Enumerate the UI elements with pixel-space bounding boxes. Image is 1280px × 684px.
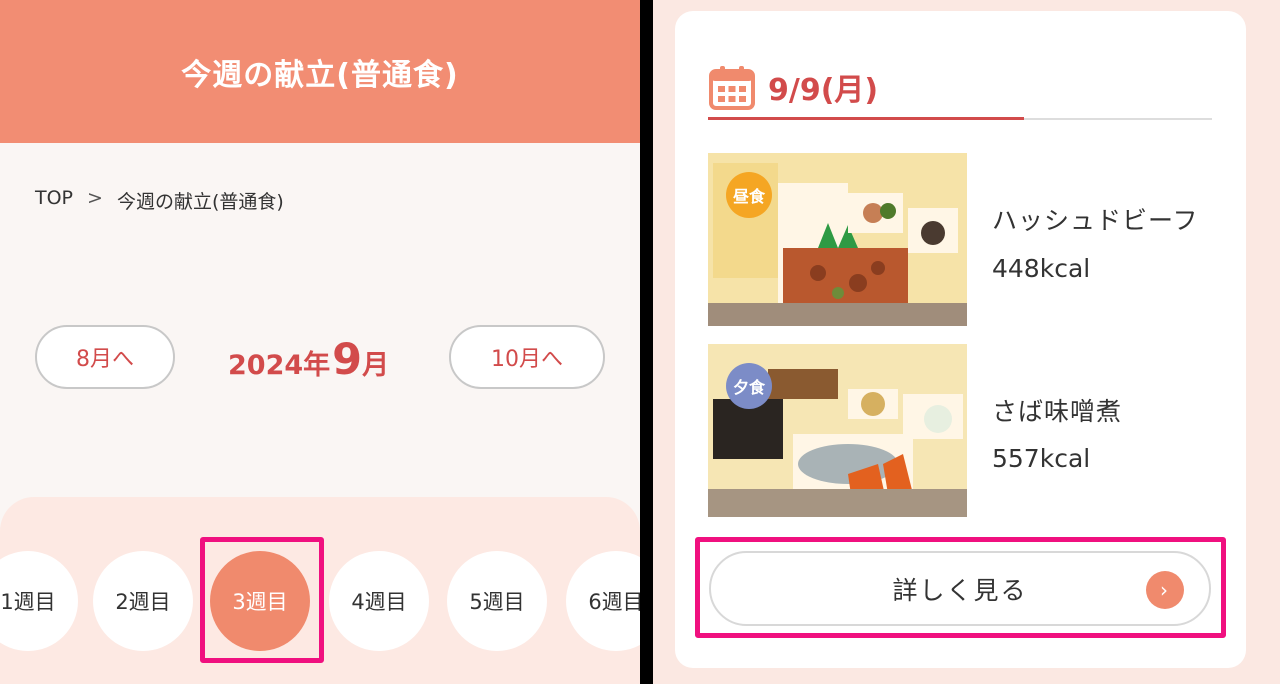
breadcrumb-top-link[interactable]: TOP bbox=[35, 187, 73, 214]
chevron-right-icon: › bbox=[1146, 571, 1184, 609]
dinner-image: 夕食 bbox=[708, 344, 967, 517]
dinner-badge: 夕食 bbox=[726, 363, 772, 409]
menu-card: 9/9(月) 昼食 ハッシュドビーフ 448kcal 夕食 さば味噌煮 557k… bbox=[675, 11, 1246, 668]
left-panel: 今週の献立(普通食) TOP > 今週の献立(普通食) 8月へ 2024年 9 … bbox=[0, 0, 640, 684]
right-panel: 9/9(月) 昼食 ハッシュドビーフ 448kcal 夕食 さば味噌煮 557k… bbox=[653, 0, 1280, 684]
current-month-title: 2024年 9 月 bbox=[228, 335, 389, 385]
tab-week-5[interactable]: 5週目 bbox=[447, 551, 547, 651]
date-header: 9/9(月) bbox=[708, 63, 878, 111]
prev-month-button[interactable]: 8月へ bbox=[35, 325, 175, 389]
next-month-button[interactable]: 10月へ bbox=[449, 325, 605, 389]
breadcrumb-current: 今週の献立(普通食) bbox=[116, 191, 284, 213]
dinner-kcal: 557kcal bbox=[992, 444, 1091, 473]
tab-week-2[interactable]: 2週目 bbox=[93, 551, 193, 651]
lunch-image: 昼食 bbox=[708, 153, 967, 326]
breadcrumb: TOP > 今週の献立(普通食) bbox=[35, 187, 284, 214]
dinner-name: さば味噌煮 bbox=[992, 397, 1123, 426]
month-number: 9 bbox=[332, 335, 363, 385]
details-button[interactable]: 詳しく見る › bbox=[709, 551, 1211, 626]
tab-week-4[interactable]: 4週目 bbox=[329, 551, 429, 651]
page-header: 今週の献立(普通食) bbox=[0, 0, 640, 143]
breadcrumb-separator: > bbox=[87, 187, 103, 209]
menu-date: 9/9(月) bbox=[768, 73, 879, 108]
lunch-badge: 昼食 bbox=[726, 172, 772, 218]
page-title: 今週の献立(普通食) bbox=[181, 57, 459, 93]
tab-week-3[interactable]: 3週目 bbox=[210, 551, 310, 651]
lunch-name: ハッシュドビーフ bbox=[992, 206, 1199, 235]
year-label: 2024年 bbox=[228, 350, 331, 381]
details-button-label: 詳しく見る bbox=[892, 575, 1028, 605]
panel-divider bbox=[640, 0, 653, 684]
lunch-kcal: 448kcal bbox=[992, 254, 1091, 283]
date-underline-accent bbox=[708, 117, 1024, 120]
calendar-icon bbox=[709, 66, 755, 110]
month-unit: 月 bbox=[362, 350, 390, 381]
